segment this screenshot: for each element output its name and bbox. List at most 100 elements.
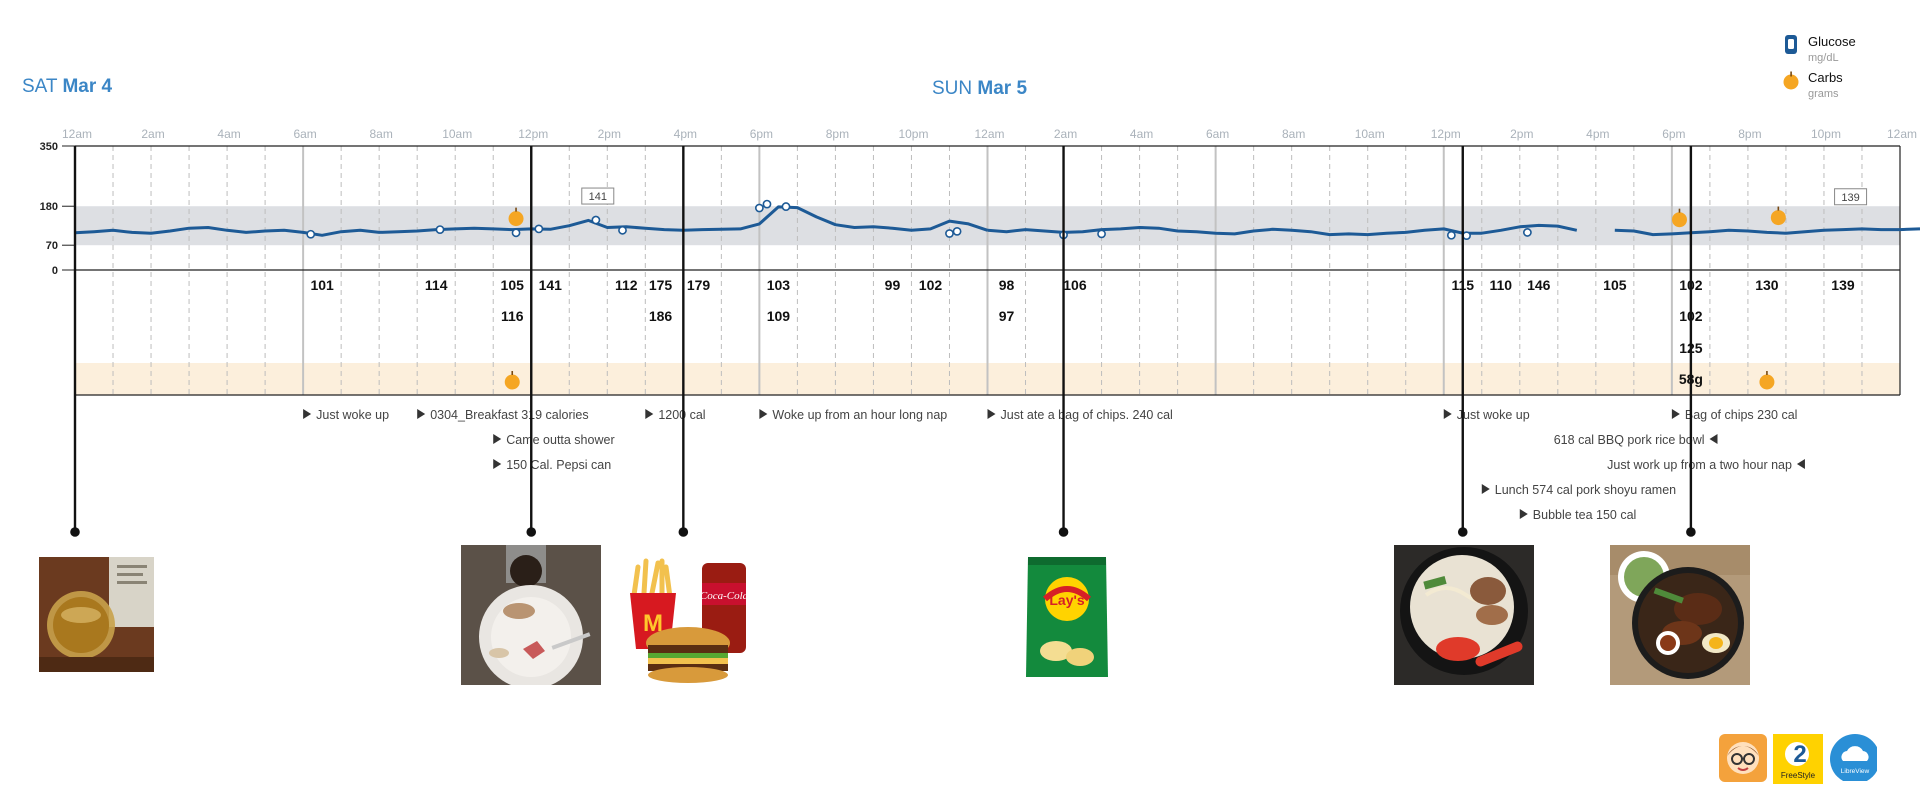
avatar-logo[interactable]	[1719, 734, 1767, 782]
photo-breakfast-plate[interactable]	[461, 545, 601, 685]
y-tick-label: 180	[40, 201, 58, 213]
glucose-value-label: 101	[310, 277, 334, 293]
glucose-report: SAT Mar 4 SUN Mar 5 Glucose mg/dL Carbs …	[0, 0, 1920, 798]
y-tick-label: 0	[52, 265, 58, 277]
glucose-marker	[306, 229, 316, 239]
glucose-marker	[435, 225, 445, 235]
glucose-value-label: 146	[1527, 277, 1551, 293]
x-tick-label: 12pm	[1431, 127, 1461, 141]
x-tick-label: 12am	[974, 127, 1004, 141]
note-arrow-icon	[303, 409, 312, 419]
carb-lane-apple-stem	[511, 371, 514, 375]
glucose-value-label: 141	[539, 277, 563, 293]
x-tick-label: 10pm	[1811, 127, 1841, 141]
glucose-marker	[952, 226, 962, 236]
carb-apple-marker	[1671, 212, 1687, 228]
carb-lane-apple-icon	[504, 374, 520, 390]
note-arrow-icon	[987, 409, 996, 419]
glucose-marker	[1522, 228, 1532, 237]
note-text: Lunch 574 cal pork shoyu ramen	[1495, 483, 1676, 497]
freestyle-number: 2	[1793, 741, 1806, 768]
note-text: 0304_Breakfast 319 calories	[430, 408, 588, 422]
note-arrow-icon	[493, 459, 502, 469]
photo-mcdonalds-meal[interactable]: M Coca-Cola	[616, 553, 766, 693]
glucose-marker	[1462, 231, 1471, 241]
note-text: Bubble tea 150 cal	[1533, 508, 1637, 522]
note-text: Woke up from an hour long nap	[772, 408, 947, 422]
note-text: Came outta shower	[506, 433, 614, 447]
freestyle-text: FreeStyle	[1781, 771, 1816, 780]
glucose-marker	[945, 229, 954, 238]
carb-apple-stem	[1678, 208, 1681, 213]
note-text: 1200 cal	[658, 408, 705, 422]
libreview-logo[interactable]: LibreView	[1829, 733, 1877, 781]
y-tick-label: 350	[40, 141, 58, 153]
glucose-value-label: 98	[999, 277, 1015, 293]
photo-pin-dot	[70, 527, 80, 537]
photo-drink-on-table[interactable]	[39, 557, 154, 672]
x-tick-label: 8am	[369, 127, 392, 141]
coca-cola-text: Coca-Cola	[700, 590, 749, 602]
x-tick-label: 4am	[217, 127, 240, 141]
glucose-value-label: 186	[649, 308, 673, 324]
glucose-marker	[781, 202, 791, 211]
x-tick-label: 10am	[442, 127, 472, 141]
glucose-value-label: 99	[885, 277, 901, 293]
lays-logo-text: Lay's	[1049, 592, 1084, 608]
note-arrow-icon	[1671, 409, 1680, 419]
note-arrow-icon	[759, 409, 768, 419]
photo-lays-chips[interactable]: Lay's	[1022, 549, 1112, 684]
note-arrow-icon	[417, 409, 426, 419]
note-arrow-icon	[1796, 459, 1805, 469]
glucose-value-label: 179	[687, 277, 711, 293]
glucose-value-label: 105	[501, 277, 525, 293]
glucose-marker	[534, 224, 544, 234]
note-arrow-icon	[1481, 484, 1490, 494]
glucose-value-label: 102	[919, 277, 943, 293]
x-tick-label: 4am	[1130, 127, 1153, 141]
x-tick-label: 6pm	[1662, 127, 1685, 141]
note-text: 150 Cal. Pepsi can	[506, 458, 611, 472]
photo-pin-dot	[1686, 527, 1696, 537]
carb-apple-marker	[1770, 210, 1786, 226]
x-tick-label: 8pm	[1738, 127, 1761, 141]
glucose-marker	[618, 225, 627, 235]
glucose-marker	[762, 199, 772, 209]
x-tick-label: 8am	[1282, 127, 1305, 141]
photo-pin-dot	[1058, 527, 1069, 537]
x-tick-label: 8pm	[826, 127, 849, 141]
photo-bbq-pork-bowl[interactable]	[1610, 545, 1750, 685]
carb-lane-apple-stem	[1766, 371, 1768, 375]
note-text: Just ate a bag of chips. 240 cal	[1001, 408, 1173, 422]
note-text: Bag of chips 230 cal	[1685, 408, 1798, 422]
x-tick-label: 12pm	[518, 127, 548, 141]
photo-pork-ramen[interactable]	[1394, 545, 1534, 685]
x-tick-label: 2pm	[598, 127, 621, 141]
note-text: 618 cal BBQ pork rice bowl	[1554, 433, 1705, 447]
glucose-marker	[754, 203, 764, 213]
glucose-value-label: 106	[1063, 277, 1087, 293]
glucose-value-label: 116	[501, 308, 524, 324]
photo-pin-dot	[678, 527, 689, 537]
glucose-marker	[1446, 230, 1456, 240]
glucose-marker	[511, 228, 521, 238]
freestyle-libre2-logo[interactable]: 2 FreeStyle	[1773, 734, 1823, 784]
x-tick-label: 2am	[141, 127, 164, 141]
x-tick-label: 10am	[1355, 127, 1385, 141]
value-callout-label: 141	[589, 191, 607, 203]
x-tick-label: 6am	[1206, 127, 1229, 141]
note-text: Just woke up	[1457, 408, 1530, 422]
glucose-value-label: 112	[615, 277, 638, 293]
note-text: Just work up from a two hour nap	[1607, 458, 1792, 472]
glucose-marker	[1097, 229, 1106, 239]
carb-apple-stem	[515, 207, 517, 212]
glucose-value-label: 105	[1603, 277, 1627, 293]
note-arrow-icon	[493, 434, 502, 444]
value-callout-label: 139	[1841, 192, 1859, 204]
glucose-value-label: 97	[999, 308, 1015, 324]
x-tick-label: 12am	[62, 127, 92, 141]
x-tick-label: 10pm	[898, 127, 928, 141]
glucose-value-label: 130	[1755, 277, 1779, 293]
note-text: Just woke up	[316, 408, 389, 422]
note-arrow-icon	[1709, 434, 1718, 444]
